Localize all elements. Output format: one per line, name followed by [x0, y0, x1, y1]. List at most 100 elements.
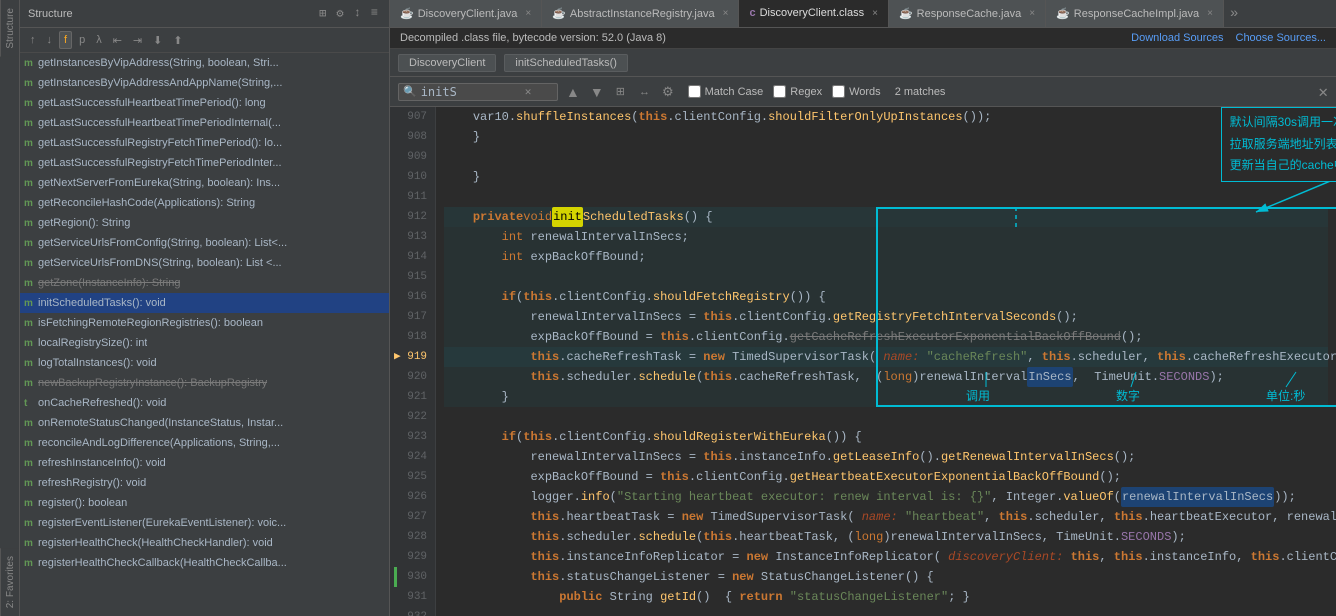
- tab-response-cache-impl[interactable]: ☕ ResponseCacheImpl.java ×: [1046, 0, 1224, 28]
- item-text: registerHealthCheckCallback(HealthCheckC…: [38, 557, 287, 569]
- list-item[interactable]: m registerEventListener(EurekaEventListe…: [20, 513, 389, 533]
- tab-close[interactable]: ×: [1207, 8, 1213, 19]
- regex-checkbox[interactable]: [773, 85, 786, 98]
- list-item[interactable]: m localRegistrySize(): int: [20, 333, 389, 353]
- toolbar-btn-4[interactable]: λ: [92, 32, 106, 48]
- code-line: [444, 407, 1328, 427]
- search-clear-icon[interactable]: ✕: [525, 85, 532, 99]
- list-item[interactable]: m logTotalInstances(): void: [20, 353, 389, 373]
- line-num: 923: [394, 427, 427, 447]
- toolbar-btn-2[interactable]: ↓: [43, 32, 57, 48]
- list-item[interactable]: m getLastSuccessfulHeartbeatTimePeriod()…: [20, 93, 389, 113]
- item-badge: m: [24, 338, 34, 349]
- list-item[interactable]: m getZone(InstanceInfo): String: [20, 273, 389, 293]
- item-text: getServiceUrlsFromDNS(String, boolean): …: [38, 257, 282, 269]
- list-item[interactable]: m getServiceUrlsFromDNS(String, boolean)…: [20, 253, 389, 273]
- words-option[interactable]: Words: [832, 85, 881, 98]
- list-item[interactable]: m getLastSuccessfulRegistryFetchTimePeri…: [20, 133, 389, 153]
- list-item[interactable]: m getInstancesByVipAddressAndAppName(Str…: [20, 73, 389, 93]
- tab-close[interactable]: ×: [525, 8, 531, 19]
- download-sources-link[interactable]: Download Sources: [1131, 32, 1223, 44]
- match-case-option[interactable]: Match Case: [688, 85, 764, 98]
- nav-init-scheduled[interactable]: initScheduledTasks(): [504, 54, 628, 72]
- list-item[interactable]: m getLastSuccessfulRegistryFetchTimePeri…: [20, 153, 389, 173]
- item-badge: m: [24, 458, 34, 469]
- regex-label: Regex: [790, 86, 822, 98]
- tab-discovery-client-class[interactable]: c DiscoveryClient.class ×: [739, 0, 889, 28]
- list-item[interactable]: m getNextServerFromEureka(String, boolea…: [20, 173, 389, 193]
- tab-close[interactable]: ×: [1029, 8, 1035, 19]
- toolbar-btn-up[interactable]: ⬆: [169, 32, 186, 49]
- item-badge: m: [24, 518, 34, 529]
- list-item[interactable]: m getReconcileHashCode(Applications): St…: [20, 193, 389, 213]
- sidebar-icon-sort[interactable]: ⊞: [316, 5, 329, 22]
- sidebar-icon-more[interactable]: ≡: [368, 5, 381, 22]
- toolbar-btn-1[interactable]: ↑: [26, 32, 40, 48]
- search-next-btn[interactable]: ▼: [588, 82, 606, 102]
- search-find-all-btn[interactable]: ⊞: [612, 83, 629, 100]
- sidebar-icon-expand[interactable]: ↕: [351, 5, 364, 22]
- item-badge: m: [24, 318, 34, 329]
- item-badge: m: [24, 418, 34, 429]
- choose-sources-link[interactable]: Choose Sources...: [1236, 32, 1327, 44]
- nav-discovery-client[interactable]: DiscoveryClient: [398, 54, 496, 72]
- list-item[interactable]: t onCacheRefreshed(): void: [20, 393, 389, 413]
- code-line: [444, 147, 1328, 167]
- list-item[interactable]: m reconcileAndLogDifference(Applications…: [20, 433, 389, 453]
- toolbar-btn-3[interactable]: p: [75, 32, 89, 48]
- sidebar-icon-filter[interactable]: ⚙: [333, 5, 346, 22]
- tab-overflow[interactable]: »: [1224, 6, 1244, 22]
- sidebar: Structure ⊞ ⚙ ↕ ≡ ↑ ↓ f p λ ⇤ ⇥ ⬇ ⬆ m ge…: [20, 0, 390, 616]
- item-badge: m: [24, 118, 34, 129]
- search-close-btn[interactable]: ✕: [1318, 82, 1328, 102]
- code-line: expBackOffBound = this.clientConfig.getH…: [444, 467, 1328, 487]
- search-prev-btn[interactable]: ▲: [564, 82, 582, 102]
- item-text: getServiceUrlsFromConfig(String, boolean…: [38, 237, 287, 249]
- match-case-label: Match Case: [705, 86, 764, 98]
- list-item[interactable]: m getRegion(): String: [20, 213, 389, 233]
- line-num: 911: [394, 187, 427, 207]
- list-item[interactable]: m newBackupRegistryInstance(): BackupReg…: [20, 373, 389, 393]
- toolbar-btn-indent2[interactable]: ⇥: [129, 32, 146, 49]
- structure-tab[interactable]: Structure: [0, 0, 19, 57]
- item-badge: m: [24, 138, 34, 149]
- tab-close[interactable]: ×: [723, 8, 729, 19]
- code-line-912: private void initScheduledTasks() {: [444, 207, 1328, 227]
- item-text: getNextServerFromEureka(String, boolean)…: [38, 177, 280, 189]
- tab-close[interactable]: ×: [872, 8, 878, 19]
- item-badge: m: [24, 538, 34, 549]
- line-num: 930: [394, 567, 427, 587]
- toolbar-btn-f[interactable]: f: [59, 31, 72, 49]
- search-input[interactable]: [421, 85, 521, 99]
- tab-discovery-client-java[interactable]: ☕ DiscoveryClient.java ×: [390, 0, 542, 28]
- toolbar-btn-indent1[interactable]: ⇤: [109, 32, 126, 49]
- favorites-tab[interactable]: 2: Favorites: [0, 548, 19, 616]
- code-line: }: [444, 387, 1328, 407]
- search-settings-btn[interactable]: ⚙: [660, 82, 676, 102]
- tab-response-cache[interactable]: ☕ ResponseCache.java ×: [889, 0, 1046, 28]
- code-editor[interactable]: 907 908 909 910 911 912 913 914 915 916 …: [390, 107, 1336, 616]
- list-item[interactable]: m getInstancesByVipAddress(String, boole…: [20, 53, 389, 73]
- words-checkbox[interactable]: [832, 85, 845, 98]
- tab-abstract-instance[interactable]: ☕ AbstractInstanceRegistry.java ×: [542, 0, 739, 28]
- list-item[interactable]: m registerHealthCheck(HealthCheckHandler…: [20, 533, 389, 553]
- code-line: this.scheduler.schedule(this.heartbeatTa…: [444, 527, 1328, 547]
- item-text: getReconcileHashCode(Applications): Stri…: [38, 197, 255, 209]
- toolbar-btn-down[interactable]: ⬇: [149, 32, 166, 49]
- list-item[interactable]: m refreshInstanceInfo(): void: [20, 453, 389, 473]
- tab-icon: ☕: [552, 7, 566, 20]
- match-case-checkbox[interactable]: [688, 85, 701, 98]
- list-item[interactable]: m getLastSuccessfulHeartbeatTimePeriodIn…: [20, 113, 389, 133]
- list-item[interactable]: m register(): boolean: [20, 493, 389, 513]
- item-badge: m: [24, 478, 34, 489]
- line-num: 912: [394, 207, 427, 227]
- line-num: 927: [394, 507, 427, 527]
- regex-option[interactable]: Regex: [773, 85, 822, 98]
- list-item[interactable]: m refreshRegistry(): void: [20, 473, 389, 493]
- list-item[interactable]: m isFetchingRemoteRegionRegistries(): bo…: [20, 313, 389, 333]
- list-item-selected[interactable]: m initScheduledTasks(): void: [20, 293, 389, 313]
- list-item[interactable]: m registerHealthCheckCallback(HealthChec…: [20, 553, 389, 573]
- search-replace-btn[interactable]: ↔: [635, 84, 654, 100]
- list-item[interactable]: m getServiceUrlsFromConfig(String, boole…: [20, 233, 389, 253]
- list-item[interactable]: m onRemoteStatusChanged(InstanceStatus, …: [20, 413, 389, 433]
